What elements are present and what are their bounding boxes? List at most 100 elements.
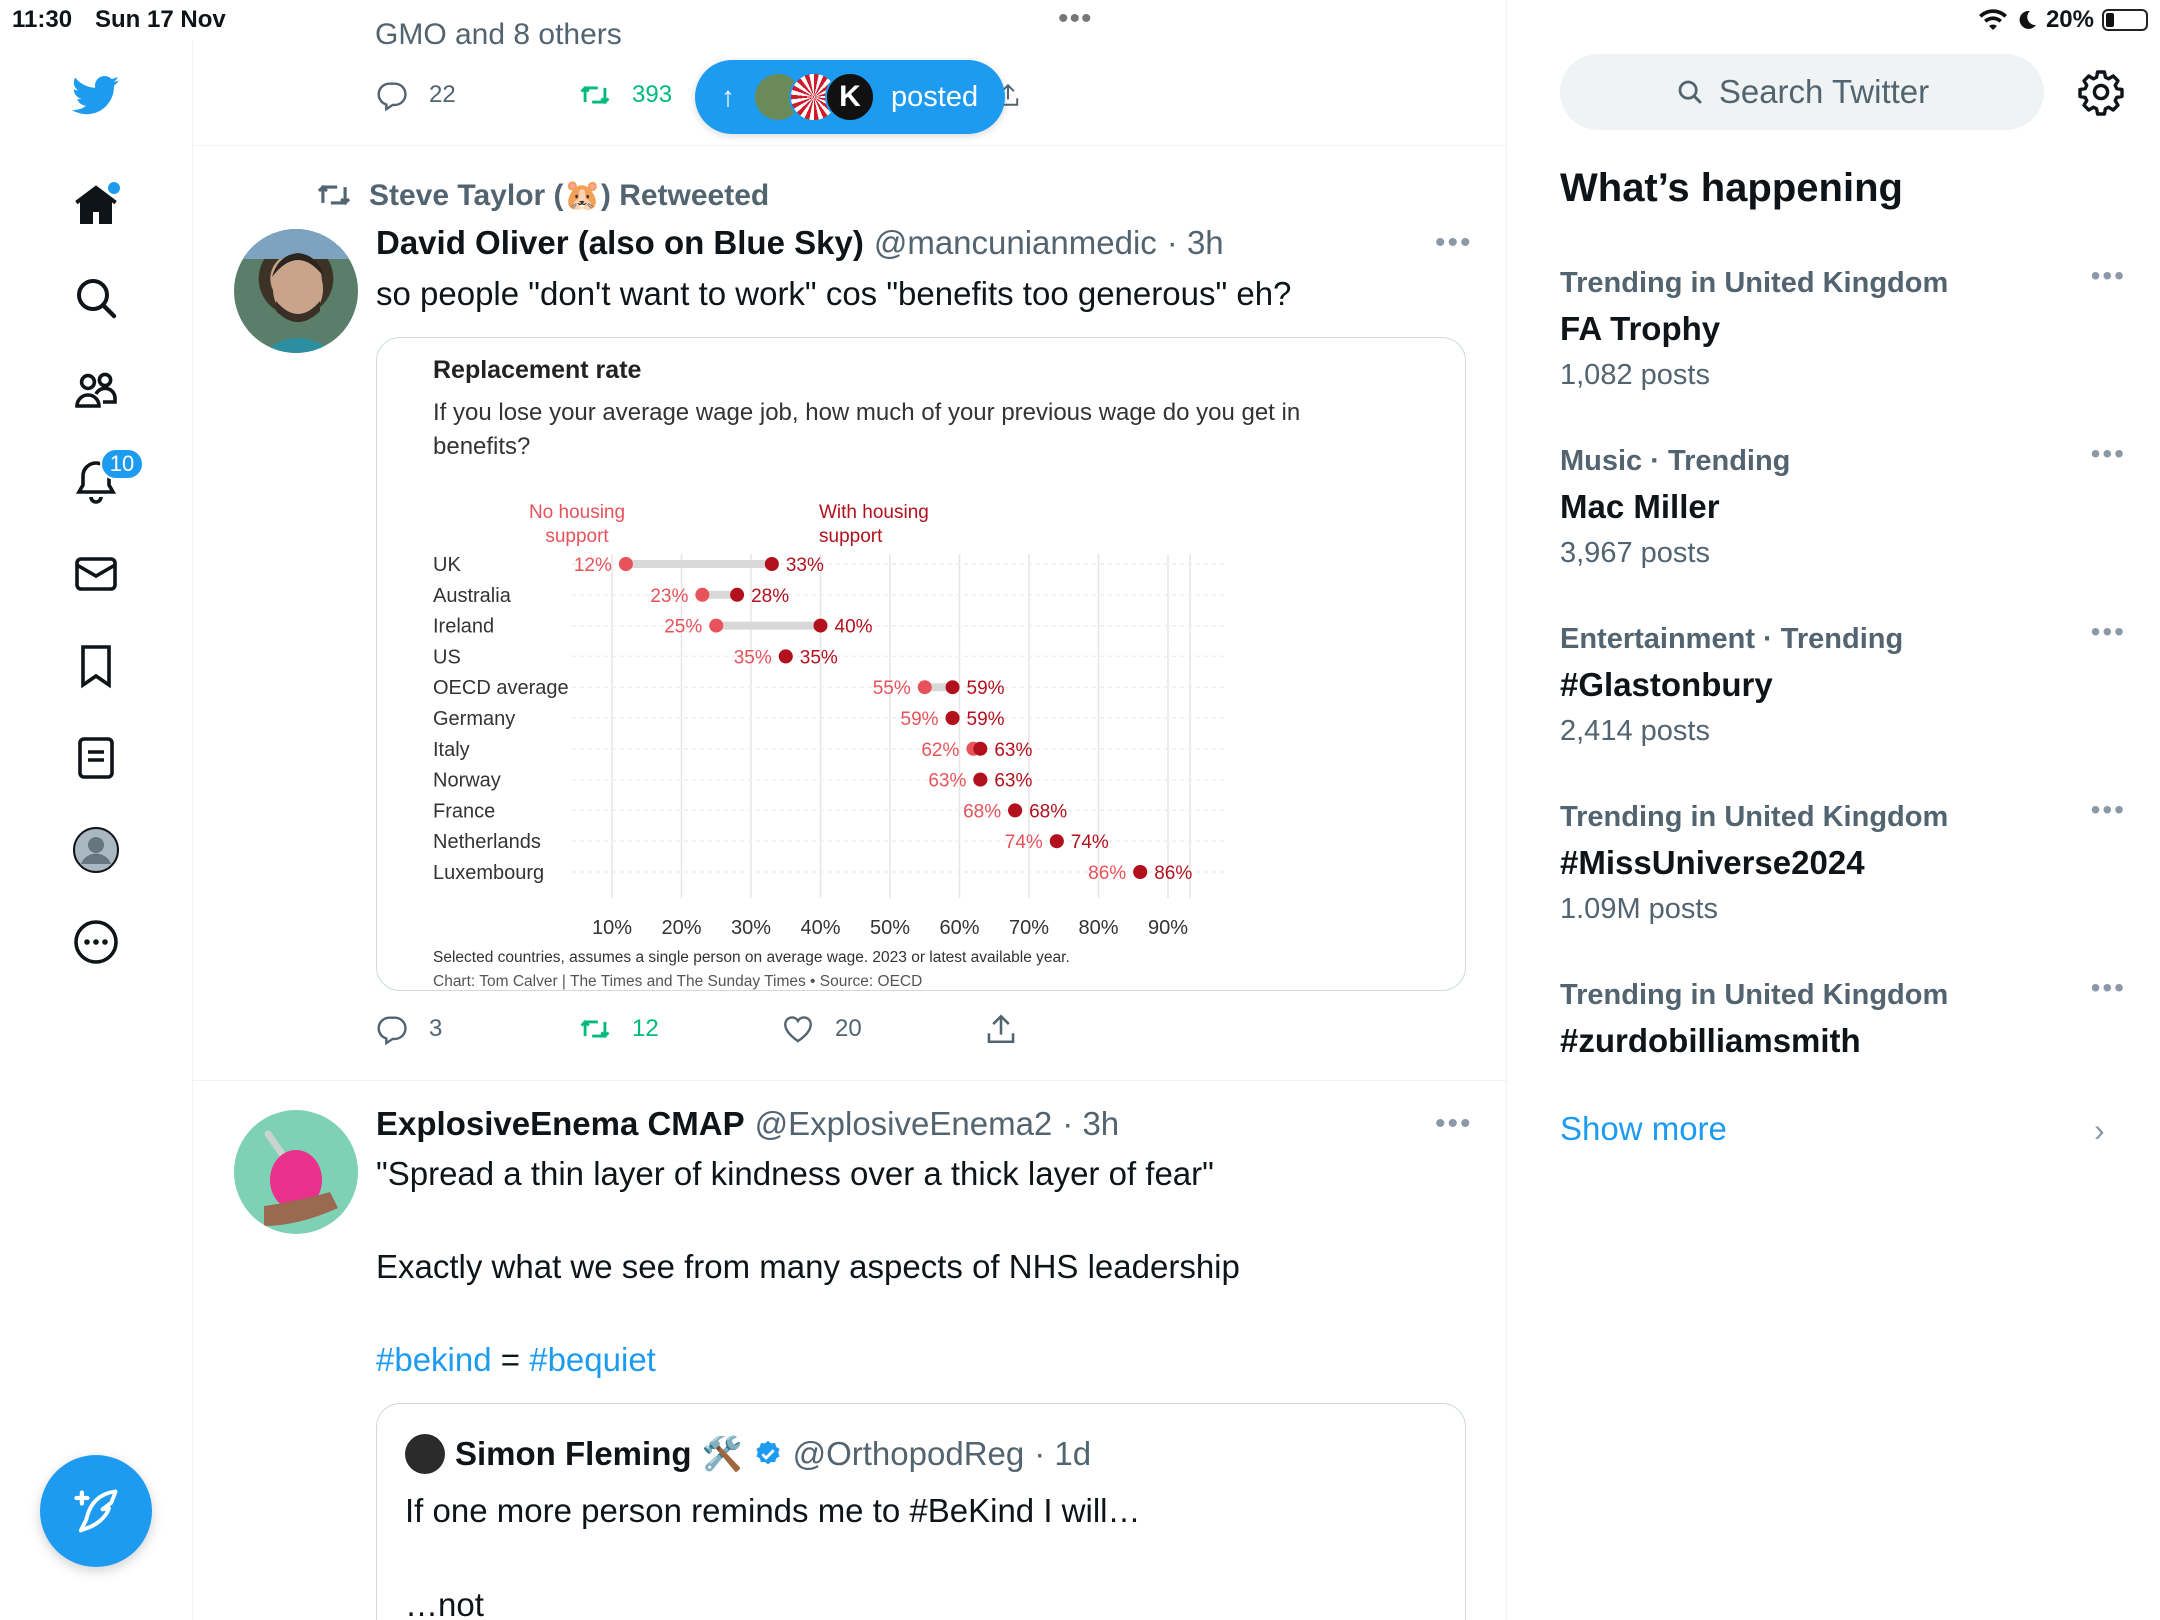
quoted-tweet[interactable]: Simon Fleming 🛠️ @OrthopodReg · 1d If on… xyxy=(376,1403,1466,1620)
avatar[interactable] xyxy=(234,229,358,353)
reply-icon xyxy=(377,82,407,112)
point-with-housing xyxy=(1008,803,1023,818)
tweet-text-line: Exactly what we see from many aspects of… xyxy=(376,1248,1240,1285)
nav-explore[interactable] xyxy=(62,264,130,332)
point-with-housing xyxy=(1133,865,1148,879)
list-icon xyxy=(78,737,114,779)
author-name[interactable]: David Oliver (also on Blue Sky) xyxy=(376,224,864,262)
nav-lists[interactable] xyxy=(62,724,130,792)
retweet-button[interactable]: 12 xyxy=(578,1012,659,1046)
nav-messages[interactable] xyxy=(62,540,130,608)
chart-subtitle-1: If you lose your average wage job, how m… xyxy=(433,399,1300,426)
gear-icon[interactable] xyxy=(2077,68,2125,116)
point-with-housing xyxy=(973,741,988,756)
data-label-no-housing: 35% xyxy=(734,647,772,668)
category-label: Ireland xyxy=(433,616,494,638)
author-name[interactable]: ExplosiveEnema CMAP xyxy=(376,1105,745,1143)
nav-communities[interactable] xyxy=(62,356,130,424)
point-no-housing xyxy=(618,557,633,571)
trend-item[interactable]: Trending in United Kingdom #zurdobilliam… xyxy=(1560,972,2124,1064)
home-new-dot xyxy=(108,182,120,194)
series-label-with-housing-1: With housing xyxy=(819,502,929,523)
tweet-text: so people "don't want to work" cos "bene… xyxy=(376,275,1292,312)
x-tick-label: 40% xyxy=(800,917,840,939)
point-no-housing xyxy=(709,618,724,633)
reply-button[interactable]: 3 xyxy=(375,1012,442,1046)
quoted-tweet-text: If one more person reminds me to #BeKind… xyxy=(405,1492,1141,1529)
trend-title: FA Trophy xyxy=(1560,310,1721,347)
new-posts-label: posted xyxy=(891,80,979,113)
x-tick-label: 60% xyxy=(939,917,979,939)
trend-item[interactable]: Trending in United Kingdom #MissUniverse… xyxy=(1560,794,2124,932)
new-posts-pill[interactable]: ↑ K posted xyxy=(695,60,1005,134)
data-label-with-housing: 59% xyxy=(967,678,1005,699)
verified-badge-icon xyxy=(755,1440,780,1465)
hashtag-link[interactable]: #bekind xyxy=(376,1341,492,1378)
twitter-logo-icon[interactable] xyxy=(62,60,130,128)
trend-count: 1,082 posts xyxy=(1560,359,1710,391)
trend-context: Trending in United Kingdom xyxy=(1560,801,1949,833)
x-tick-label: 90% xyxy=(1148,917,1188,939)
tweet-hashtag-line: #bekind = #bequiet xyxy=(376,1338,656,1382)
data-label-with-housing: 35% xyxy=(800,647,838,668)
retweet-icon xyxy=(580,1019,610,1039)
profile-avatar-icon xyxy=(73,827,119,873)
data-label-no-housing: 23% xyxy=(650,586,688,607)
prev-reply-count: 22 xyxy=(429,81,456,108)
tweet-media-chart[interactable]: Replacement rate If you lose your averag… xyxy=(376,337,1466,991)
point-with-housing xyxy=(764,557,779,571)
author-handle[interactable]: @ExplosiveEnema2 xyxy=(755,1105,1053,1143)
data-label-no-housing: 25% xyxy=(664,617,702,638)
data-label-with-housing: 33% xyxy=(786,555,824,576)
hashtag-link[interactable]: #bequiet xyxy=(529,1341,656,1378)
chevron-right-icon: › xyxy=(2094,1112,2105,1148)
nav-notifications[interactable]: 10 xyxy=(62,448,144,516)
like-count: 20 xyxy=(835,1015,862,1042)
tweet-time[interactable]: · 3h xyxy=(1062,1105,1119,1143)
divider xyxy=(193,1080,1506,1081)
tweet-time[interactable]: · 3h xyxy=(1167,224,1224,262)
avatar[interactable] xyxy=(234,1110,358,1234)
compose-tweet-button[interactable] xyxy=(40,1455,152,1567)
category-label: Italy xyxy=(433,739,470,761)
prev-reply-button[interactable]: 22 xyxy=(375,78,456,112)
chart-title: Replacement rate xyxy=(433,356,642,384)
trend-more-icon[interactable]: ••• xyxy=(2091,438,2126,470)
envelope-icon xyxy=(75,557,117,591)
quoted-tweet-time: · 1d xyxy=(1034,1435,1092,1472)
retweeted-by-text[interactable]: Steve Taylor (🐹) Retweeted xyxy=(369,178,769,213)
data-label-with-housing: 63% xyxy=(994,740,1032,761)
series-label-no-housing-1: No housing xyxy=(529,502,625,523)
quoted-tweet-header: Simon Fleming 🛠️ @OrthopodReg · 1d xyxy=(405,1434,1091,1474)
tweet-more-icon[interactable]: ••• xyxy=(1435,226,1473,260)
trend-item[interactable]: Trending in United Kingdom FA Trophy 1,0… xyxy=(1560,260,2124,398)
avatar-photo xyxy=(234,229,358,353)
share-button[interactable] xyxy=(984,1012,1018,1046)
nav-profile[interactable] xyxy=(62,816,130,884)
nav-home[interactable] xyxy=(62,172,130,240)
retweet-count: 12 xyxy=(632,1015,659,1042)
trend-item[interactable]: Entertainment · Trending #Glastonbury 2,… xyxy=(1560,616,2124,754)
search-input[interactable]: Search Twitter xyxy=(1560,54,2044,130)
trend-count: 1.09M posts xyxy=(1560,893,1718,925)
trend-more-icon[interactable]: ••• xyxy=(2091,794,2126,826)
show-more-link[interactable]: Show more xyxy=(1560,1110,1727,1148)
trend-more-icon[interactable]: ••• xyxy=(2091,616,2126,648)
timeline[interactable]: GMO and 8 others 22 393 ↑ K posted Steve… xyxy=(193,0,1507,1620)
trend-more-icon[interactable]: ••• xyxy=(2091,260,2126,292)
nav-bookmarks[interactable] xyxy=(62,632,130,700)
data-label-with-housing: 74% xyxy=(1071,832,1109,853)
retweeted-by-line: Steve Taylor (🐹) Retweeted xyxy=(315,176,769,214)
author-handle[interactable]: @mancunianmedic xyxy=(874,224,1157,262)
x-tick-label: 70% xyxy=(1009,917,1049,939)
tweet-more-icon[interactable]: ••• xyxy=(1435,1107,1473,1141)
new-posts-avatars: K xyxy=(753,72,875,122)
prev-retweet-button[interactable]: 393 xyxy=(578,78,672,112)
like-button[interactable]: 20 xyxy=(781,1012,862,1046)
trend-item[interactable]: Music · Trending Mac Miller 3,967 posts … xyxy=(1560,438,2124,576)
trend-more-icon[interactable]: ••• xyxy=(2091,972,2126,1004)
point-with-housing xyxy=(973,772,988,787)
nav-more[interactable] xyxy=(62,908,130,976)
quoted-tweet-text: …not xyxy=(405,1586,484,1620)
avatar-photo xyxy=(264,1130,338,1226)
